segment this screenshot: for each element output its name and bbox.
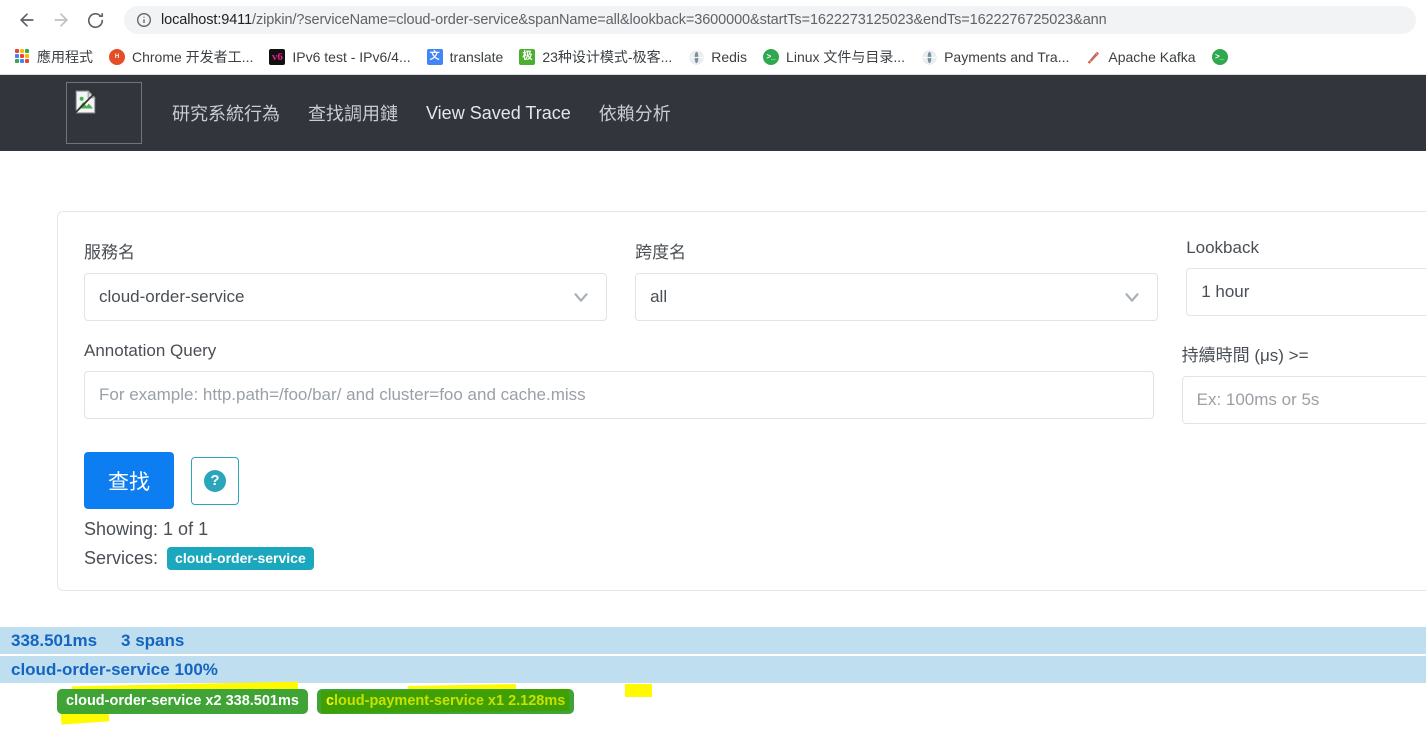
forward-button[interactable] [44,3,78,37]
search-row-primary: 服務名 cloud-order-service 跨度名 all Lookback… [84,238,1426,321]
bookmark-apps[interactable]: 應用程式 [6,44,101,70]
bookmark-payments[interactable]: Payments and Tra... [913,44,1077,70]
annotation-query-label: Annotation Query [84,341,217,360]
url-path: /zipkin/?serviceName=cloud-order-service… [252,12,1107,28]
reload-button[interactable] [78,3,112,37]
trace-span-count: 3 spans [121,630,185,650]
ipv6-icon: v6 [269,49,286,65]
search-row-secondary: Annotation Query For example: http.path=… [84,341,1426,424]
duration-input[interactable]: Ex: 100ms or 5s [1181,376,1426,424]
back-button[interactable] [10,3,44,37]
browser-chrome: localhost:9411/zipkin/?serviceName=cloud… [0,0,1426,75]
bookmark-label: IPv6 test - IPv6/4... [292,49,411,65]
services-label: Services: [84,548,159,568]
bookmark-label: Linux 文件与目录... [786,49,906,65]
service-name-label: 服務名 [84,243,135,262]
zipkin-app: 研究系統行為 查找調用鏈 View Saved Trace 依賴分析 服務名 c… [0,75,1426,734]
trace-service-row[interactable]: cloud-order-service 100% [0,656,1426,683]
bookmark-linux-files[interactable]: >_ Linux 文件与目录... [755,44,913,70]
span-name-value: all [650,287,668,306]
annotation-query-placeholder: For example: http.path=/foo/bar/ and clu… [99,385,586,404]
nav-link-system-behavior[interactable]: 研究系統行為 [172,100,280,126]
browser-toolbar: localhost:9411/zipkin/?serviceName=cloud… [0,0,1426,40]
globe-icon [688,49,704,65]
bookmark-overflow[interactable]: >_ [1204,44,1243,70]
duration-placeholder: Ex: 100ms or 5s [1196,390,1320,409]
globe-icon [921,49,937,65]
trace-summary-row[interactable]: 338.501ms 3 spans [0,627,1426,654]
bookmark-redis[interactable]: Redis [680,44,755,70]
bookmark-label: Apache Kafka [1108,49,1196,65]
span-badge-lead: c [325,693,335,709]
trace-service-percent: cloud-order-service 100% [11,659,218,679]
zipkin-nav-links: 研究系統行為 查找調用鏈 View Saved Trace 依賴分析 [172,100,699,126]
bookmark-translate[interactable]: 文 translate [419,44,512,70]
lookback-label: Lookback [1186,238,1259,257]
broken-image-placeholder-icon [73,89,99,120]
bookmark-apache-kafka[interactable]: Apache Kafka [1077,44,1203,70]
service-badge[interactable]: cloud-order-service [167,547,314,570]
bookmark-label: 23种设计模式-极客... [542,49,673,65]
nav-link-view-saved-trace[interactable]: View Saved Trace [426,103,571,124]
back-arrow-icon [17,10,37,30]
forward-arrow-icon [51,10,71,30]
apps-grid-icon [14,49,30,65]
nav-link-find-traces[interactable]: 查找調用鏈 [308,100,398,126]
chevron-down-icon [1121,286,1143,308]
span-name-select[interactable]: all [635,273,1159,321]
span-name-field: 跨度名 all [635,238,1159,321]
google-translate-icon: 文 [426,49,443,65]
bookmark-label: Chrome 开发者工... [132,49,254,65]
span-badge-order-service[interactable]: cloud-order-service x2 338.501ms [57,689,308,714]
annotation-query-input[interactable]: For example: http.path=/foo/bar/ and clu… [84,371,1154,419]
bookmark-label: Payments and Tra... [944,49,1070,65]
bookmark-label: Redis [711,49,748,65]
kafka-icon [1085,49,1101,65]
services-summary: Services: cloud-order-service [84,547,1426,570]
info-circle-icon[interactable] [136,12,152,28]
duration-field: 持續時間 (μs) >= Ex: 100ms or 5s [1181,341,1426,424]
span-badge-payment-service[interactable]: cloud-payment-service x1 2.128ms [316,689,575,714]
reload-icon [86,11,105,30]
service-name-select[interactable]: cloud-order-service [84,273,608,321]
search-button[interactable]: 查找 [84,452,174,509]
span-name-label: 跨度名 [635,243,687,262]
bookmarks-bar: 應用程式 H Chrome 开发者工... v6 IPv6 test - IPv… [0,40,1426,74]
bookmark-label: 應用程式 [37,49,93,65]
trace-duration: 338.501ms [11,630,98,650]
url-text: localhost:9411/zipkin/?serviceName=cloud… [161,12,1107,28]
lookback-select[interactable]: 1 hour [1186,268,1426,316]
span-badges-row: cloud-order-service x2 338.501ms cloud-p… [0,681,1426,725]
trace-results: 338.501ms 3 spans cloud-order-service 10… [0,627,1426,725]
span-badge-label: loud-payment-service x1 2.128ms [334,693,566,709]
zipkin-logo[interactable] [66,82,142,144]
lookback-value: 1 hour [1201,282,1250,301]
annotation-query-field: Annotation Query For example: http.path=… [84,341,1154,424]
bookmark-chrome-devtools[interactable]: H Chrome 开发者工... [101,44,261,70]
html5-icon: H [109,49,125,65]
nav-link-dependencies[interactable]: 依賴分析 [599,100,671,126]
address-bar[interactable]: localhost:9411/zipkin/?serviceName=cloud… [124,6,1416,34]
duration-label: 持續時間 (μs) >= [1181,346,1309,365]
lookback-field: Lookback 1 hour [1186,238,1426,321]
search-form-card: 服務名 cloud-order-service 跨度名 all Lookback… [57,211,1426,591]
bookmark-label: translate [449,49,504,65]
zipkin-navbar: 研究系統行為 查找調用鏈 View Saved Trace 依賴分析 [0,75,1426,151]
url-host: localhost:9411 [161,12,253,28]
jike-icon: 极 [519,49,536,65]
bookmark-ipv6-test[interactable]: v6 IPv6 test - IPv6/4... [261,44,418,70]
terminal-icon: >_ [1211,49,1228,65]
service-name-value: cloud-order-service [99,287,245,306]
question-mark-icon: ? [204,469,226,492]
highlighter-stroke-icon [625,684,652,697]
terminal-icon: >_ [763,49,780,65]
service-name-field: 服務名 cloud-order-service [84,238,608,321]
help-button[interactable]: ? [191,456,239,505]
search-actions: 查找 ? [84,452,1426,509]
bookmark-design-patterns[interactable]: 极 23种设计模式-极客... [511,44,680,70]
chevron-down-icon [570,286,592,308]
showing-count: Showing: 1 of 1 [84,519,209,539]
